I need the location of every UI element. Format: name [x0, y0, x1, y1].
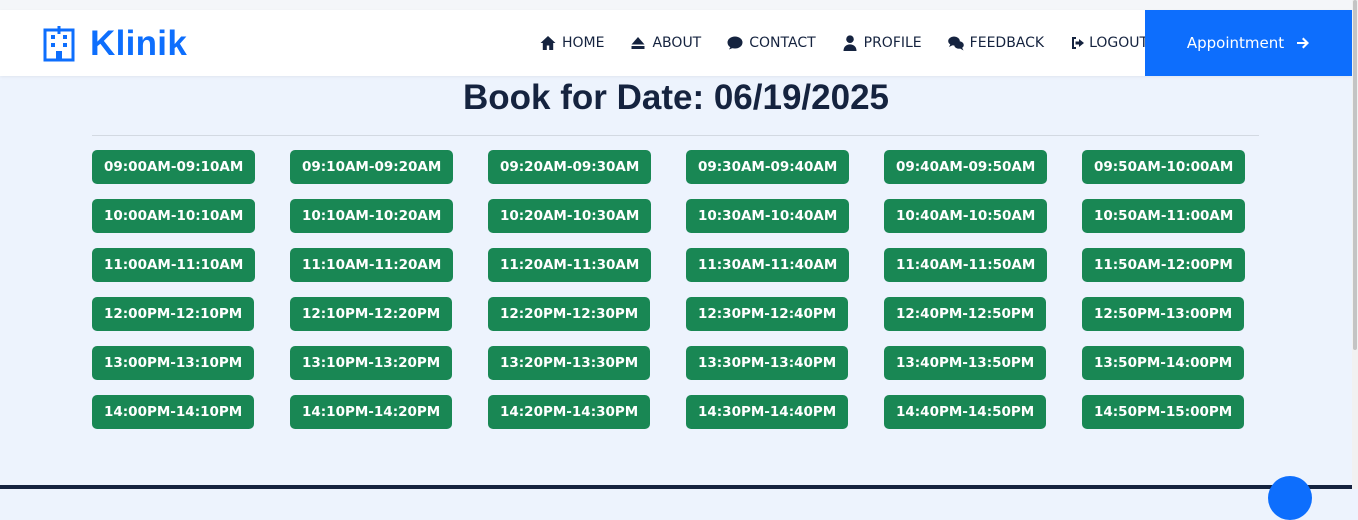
comment-icon: [727, 36, 743, 50]
time-slot-button[interactable]: 12:40PM-12:50PM: [884, 297, 1047, 331]
nav-feedback[interactable]: FEEDBACK: [947, 35, 1045, 51]
nav-logout[interactable]: LOGOUT: [1070, 35, 1148, 51]
time-slot-button[interactable]: 11:00AM-11:10AM: [92, 248, 256, 282]
time-slot-button[interactable]: 13:10PM-13:20PM: [290, 346, 453, 380]
eject-icon: [631, 37, 645, 49]
nav-links: HOME ABOUT CONTACT PROFILE FEEDBACK LOGO…: [540, 10, 1174, 76]
comments-icon: [947, 36, 964, 51]
nav-contact-label: CONTACT: [749, 35, 816, 51]
time-slot-button[interactable]: 09:00AM-09:10AM: [92, 150, 256, 184]
nav-profile[interactable]: PROFILE: [842, 35, 922, 51]
time-slot-button[interactable]: 14:50PM-15:00PM: [1082, 395, 1245, 429]
time-slot-button[interactable]: 10:10AM-10:20AM: [290, 199, 454, 233]
divider: [92, 135, 1259, 136]
nav-about-label: ABOUT: [652, 35, 702, 51]
time-slot-grid: 09:00AM-09:10AM 09:10AM-09:20AM 09:20AM-09…: [92, 150, 1280, 429]
navbar: Klinik HOME ABOUT CONTACT PROFILE FEEDBA…: [0, 10, 1352, 76]
top-strip: [0, 0, 1352, 10]
time-slot-button[interactable]: 14:30PM-14:40PM: [686, 395, 849, 429]
home-icon: [540, 36, 556, 50]
time-slot-button[interactable]: 14:40PM-14:50PM: [884, 395, 1047, 429]
footer-bar: [0, 485, 1352, 489]
time-slot-button[interactable]: 09:30AM-09:40AM: [686, 150, 850, 184]
time-slot-button[interactable]: 11:40AM-11:50AM: [884, 248, 1048, 282]
back-to-top-button[interactable]: [1268, 476, 1312, 520]
time-slot-button[interactable]: 10:50AM-11:00AM: [1082, 199, 1246, 233]
time-slot-button[interactable]: 13:20PM-13:30PM: [488, 346, 651, 380]
user-icon: [843, 35, 857, 51]
time-slot-button[interactable]: 10:00AM-10:10AM: [92, 199, 256, 233]
time-slot-button[interactable]: 14:00PM-14:10PM: [92, 395, 255, 429]
time-slot-button[interactable]: 11:30AM-11:40AM: [686, 248, 850, 282]
nav-about[interactable]: ABOUT: [630, 35, 701, 51]
time-slot-button[interactable]: 13:30PM-13:40PM: [686, 346, 849, 380]
time-slot-button[interactable]: 10:20AM-10:30AM: [488, 199, 652, 233]
time-slot-button[interactable]: 10:40AM-10:50AM: [884, 199, 1048, 233]
hospital-icon: [42, 26, 76, 62]
time-slot-button[interactable]: 13:00PM-13:10PM: [92, 346, 255, 380]
time-slot-button[interactable]: 12:30PM-12:40PM: [686, 297, 849, 331]
brand-logo[interactable]: Klinik: [42, 24, 187, 64]
arrow-right-icon: [1297, 37, 1310, 49]
time-slot-button[interactable]: 09:10AM-09:20AM: [290, 150, 454, 184]
time-slot-button[interactable]: 11:20AM-11:30AM: [488, 248, 652, 282]
time-slot-button[interactable]: 10:30AM-10:40AM: [686, 199, 850, 233]
nav-home-label: HOME: [562, 35, 605, 51]
nav-home[interactable]: HOME: [540, 35, 604, 51]
nav-feedback-label: FEEDBACK: [969, 35, 1045, 51]
nav-profile-label: PROFILE: [863, 35, 922, 51]
time-slot-button[interactable]: 12:50PM-13:00PM: [1082, 297, 1245, 331]
time-slot-button[interactable]: 14:10PM-14:20PM: [290, 395, 453, 429]
appointment-button[interactable]: Appointment: [1145, 10, 1352, 76]
time-slot-button[interactable]: 14:20PM-14:30PM: [488, 395, 651, 429]
time-slot-button[interactable]: 13:50PM-14:00PM: [1082, 346, 1245, 380]
time-slot-button[interactable]: 12:10PM-12:20PM: [290, 297, 453, 331]
nav-logout-label: LOGOUT: [1089, 35, 1149, 51]
scrollbar-thumb[interactable]: [1353, 0, 1357, 350]
time-slot-button[interactable]: 12:00PM-12:10PM: [92, 297, 255, 331]
appointment-label: Appointment: [1186, 34, 1285, 52]
time-slot-button[interactable]: 09:50AM-10:00AM: [1082, 150, 1246, 184]
time-slot-button[interactable]: 11:10AM-11:20AM: [290, 248, 454, 282]
time-slot-button[interactable]: 09:40AM-09:50AM: [884, 150, 1048, 184]
nav-contact[interactable]: CONTACT: [727, 35, 816, 51]
time-slot-button[interactable]: 13:40PM-13:50PM: [884, 346, 1047, 380]
time-slot-button[interactable]: 12:20PM-12:30PM: [488, 297, 651, 331]
time-slot-button[interactable]: 11:50AM-12:00PM: [1082, 248, 1245, 282]
brand-name: Klinik: [90, 24, 188, 63]
page-title: Book for Date: 06/19/2025: [462, 78, 889, 117]
time-slot-button[interactable]: 09:20AM-09:30AM: [488, 150, 652, 184]
sign-out-icon: [1072, 37, 1085, 49]
